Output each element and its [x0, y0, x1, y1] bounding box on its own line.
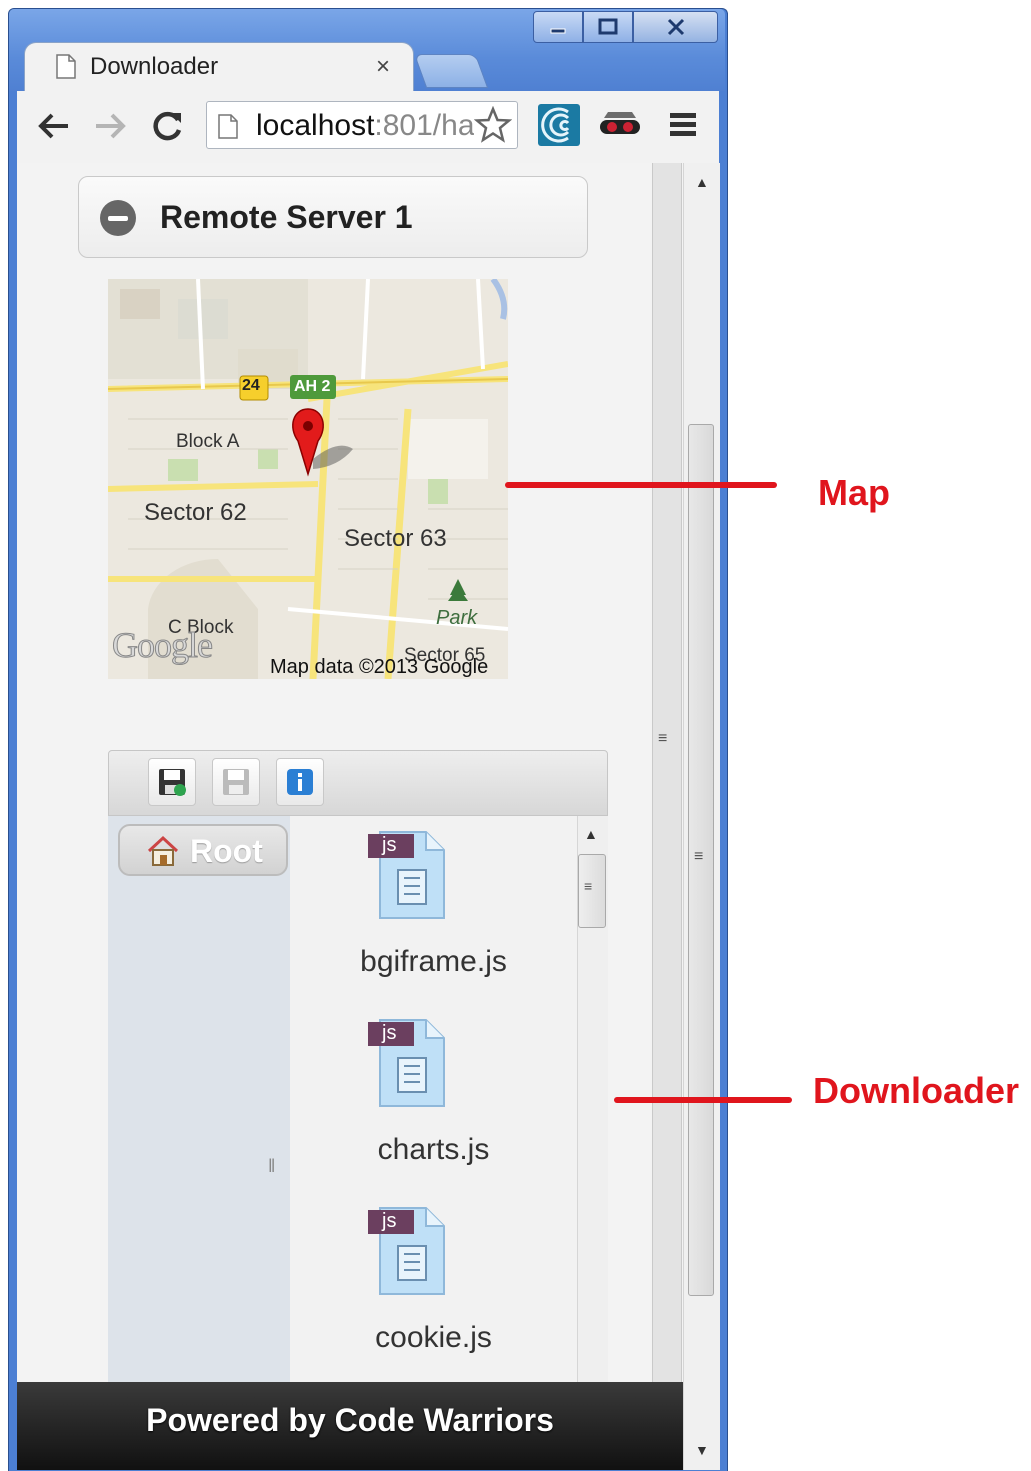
bookmark-star-icon[interactable] [474, 106, 512, 144]
waves-icon [541, 107, 570, 143]
scroll-up-arrow[interactable]: ▲ [695, 174, 709, 190]
map-attribution: Map data ©2013 Google [270, 656, 489, 678]
map-label: Block A [176, 431, 240, 452]
scroll-down-arrow[interactable]: ▼ [695, 1442, 709, 1458]
splitter-handle[interactable]: ‖ [268, 1156, 275, 1177]
info-icon [287, 769, 313, 795]
tab-downloader[interactable] [24, 42, 414, 93]
minimize-icon [550, 28, 566, 34]
file-badge: js [382, 1022, 397, 1044]
reload-button[interactable] [146, 104, 190, 148]
scroll-grip-icon: ≡ [584, 878, 593, 894]
forward-button[interactable] [88, 104, 132, 148]
map-label: 24 [242, 377, 260, 394]
floppy-download-icon [159, 769, 186, 796]
file-badge: js [382, 1210, 397, 1232]
scroll-grip-icon: ≡ [658, 730, 668, 747]
close-icon [667, 18, 684, 36]
url-path: :801/ha [374, 109, 474, 142]
reload-icon [153, 111, 182, 141]
maximize-button[interactable] [583, 11, 633, 43]
tab-close-button[interactable]: × [376, 52, 390, 82]
downloader-callout-label: Downloader [813, 1070, 1020, 1111]
page-icon [218, 114, 238, 139]
page-column-scrollbar[interactable] [652, 163, 682, 1383]
file-name: cookie.js [375, 1321, 492, 1354]
google-logo: Google [112, 625, 214, 666]
file-name: charts.js [377, 1133, 490, 1166]
server-title: Remote Server 1 [160, 199, 413, 235]
js-file-icon [368, 1019, 445, 1107]
folder-tree-pane [108, 816, 291, 1383]
incognito-mask-icon[interactable] [598, 108, 642, 144]
file-badge: js [382, 834, 397, 856]
arrow-right-icon [96, 113, 126, 139]
map-label: AH 2 [294, 378, 331, 395]
info-button[interactable] [276, 758, 324, 806]
minimize-button[interactable] [533, 11, 583, 43]
scroll-up-arrow[interactable]: ▲ [584, 826, 598, 842]
map-widget[interactable]: 24 AH 2 Block A Sector 62 Sector 63 Park… [108, 279, 508, 679]
page-icon [56, 54, 76, 79]
url-text: localhost:801/ha [256, 106, 474, 146]
floppy-icon [223, 769, 249, 795]
url-host: localhost [256, 109, 375, 142]
map-label: Sector 62 [144, 499, 247, 526]
back-button[interactable] [32, 104, 76, 148]
js-file-icon [368, 1207, 445, 1295]
map-label: Park [436, 607, 478, 629]
collapse-minus-icon[interactable] [100, 200, 136, 236]
footer-text: Powered by Code Warriors [146, 1402, 554, 1438]
menu-icon[interactable] [668, 110, 698, 140]
root-label: Root [190, 833, 263, 869]
extension-icon[interactable] [538, 104, 580, 146]
arrow-left-icon [38, 113, 68, 139]
map-callout-line [505, 482, 777, 488]
maximize-icon [598, 18, 618, 35]
file-name: bgiframe.js [360, 945, 507, 978]
map-label: Sector 63 [344, 525, 447, 552]
close-window-button[interactable] [633, 11, 718, 43]
home-icon [147, 835, 179, 866]
save-button[interactable] [212, 758, 260, 806]
tab-title: Downloader [90, 53, 219, 80]
new-tab-button[interactable] [413, 54, 489, 88]
map-callout-label: Map [818, 472, 890, 513]
js-file-icon [368, 831, 445, 919]
download-button[interactable] [148, 758, 196, 806]
scroll-grip-icon: ≡ [694, 848, 704, 865]
downloader-callout-line [614, 1097, 792, 1103]
